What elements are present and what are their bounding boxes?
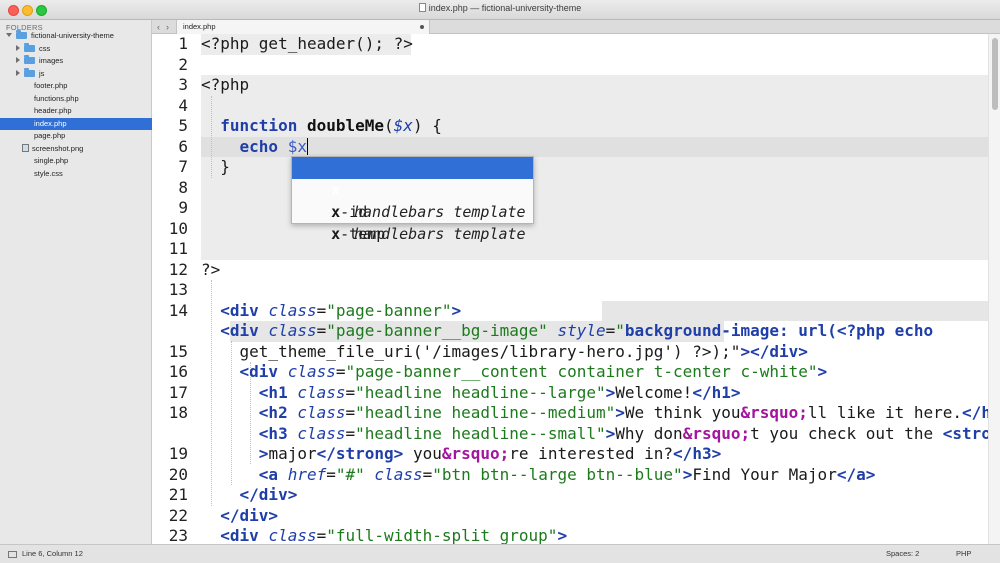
code-line-20: </div>: [239, 485, 298, 504]
indentation-setting[interactable]: Spaces: 2: [886, 549, 919, 558]
autocomplete-popup: x x-id handlebars template x-temp handleba…: [291, 156, 534, 243]
line-number: 18: [168, 403, 188, 422]
code-line-13: <div class="page-banner">: [220, 300, 462, 320]
line-number: 11: [168, 239, 188, 258]
line-number: 6: [178, 136, 188, 156]
line-number: 15: [168, 341, 188, 361]
line-number: 7: [178, 157, 188, 176]
nav-back-button[interactable]: ‹: [157, 21, 160, 33]
file-single-php[interactable]: single.php: [0, 155, 152, 168]
autocomplete-item[interactable]: x: [292, 157, 533, 199]
code-line-21: </div>: [220, 505, 279, 525]
code-line-16: <h1 class="headline headline--large">Wel…: [258, 382, 741, 402]
folder-css[interactable]: css: [0, 42, 152, 56]
code-editor[interactable]: 1 2 3 4 5 6 7 8 9 10 11 12 13 14 15 16 1…: [152, 34, 988, 544]
code-line-14-wrap: get_theme_file_uri('/images/library-hero…: [239, 341, 808, 361]
chevron-right-icon: [16, 57, 20, 63]
file-style-css[interactable]: style.css: [0, 168, 152, 181]
code-line-19: <a href="#" class="btn btn--large btn--b…: [258, 464, 876, 484]
code-line-17: <h2 class="headline headline--medium">We…: [258, 403, 988, 422]
cursor-position: Line 6, Column 12: [22, 549, 83, 558]
line-number: 22: [168, 505, 188, 525]
scrollbar-thumb[interactable]: [992, 38, 998, 110]
line-number: 19: [168, 444, 188, 463]
folder-js[interactable]: js: [0, 67, 152, 81]
line-number: 8: [178, 177, 188, 197]
folder-icon: [24, 42, 35, 52]
autocomplete-item[interactable]: x-id handlebars template: [292, 179, 533, 221]
code-line-1: <?php get_header(); ?>: [201, 34, 413, 53]
line-number: 1: [178, 34, 188, 53]
syntax-selector[interactable]: PHP: [956, 549, 971, 558]
line-number: 23: [168, 526, 188, 544]
title-bar: index.php — fictional-university-theme: [0, 0, 1000, 20]
code-line-18: <h3 class="headline headline--small">Why…: [258, 423, 988, 443]
folder-icon: [16, 30, 27, 39]
code-line-11: ?>: [201, 259, 221, 279]
line-number: 10: [168, 218, 188, 238]
line-number: 14: [168, 300, 188, 320]
line-number: 13: [168, 280, 188, 299]
line-number: 5: [178, 116, 188, 135]
tab-bar: ‹ › index.php: [152, 20, 1000, 34]
code-line-5: function doubleMe($x) {: [220, 116, 442, 135]
line-number: 21: [168, 485, 188, 504]
file-page-php[interactable]: page.php: [0, 130, 152, 143]
unsaved-dot-icon[interactable]: [420, 25, 424, 29]
code-line-3: <?php: [201, 75, 250, 94]
panel-toggle-icon[interactable]: [8, 551, 17, 558]
line-number: 20: [168, 464, 188, 484]
vertical-scrollbar[interactable]: [988, 34, 1000, 544]
file-footer-php[interactable]: footer.php: [0, 80, 152, 93]
folder-root[interactable]: fictional-university-theme: [0, 30, 152, 43]
code-line-23: <div class="full-width-split group">: [220, 526, 568, 544]
folder-images[interactable]: images: [0, 55, 152, 68]
tab-index-php[interactable]: index.php: [176, 20, 430, 34]
line-number: 2: [178, 54, 188, 74]
text-caret: [306, 137, 309, 155]
chevron-down-icon: [6, 33, 12, 37]
code-line-6: echo $x: [239, 136, 309, 156]
sidebar: FOLDERS fictional-university-theme css i…: [0, 20, 152, 544]
line-number: 17: [168, 382, 188, 402]
status-bar: Line 6, Column 12 Spaces: 2 PHP: [0, 544, 1000, 563]
current-line-highlight: [201, 136, 988, 157]
file-screenshot-png[interactable]: screenshot.png: [0, 143, 152, 156]
file-header-php[interactable]: header.php: [0, 105, 152, 118]
inline-style-region: [602, 300, 988, 321]
code-line-18-wrap: >major</strong> you&rsquo;re interested …: [258, 444, 722, 463]
document-icon: [418, 3, 426, 12]
line-number: 4: [178, 95, 188, 115]
line-number: 9: [178, 198, 188, 217]
code-line-7: }: [201, 157, 230, 176]
tab-label: index.php: [183, 22, 216, 31]
line-number: 12: [168, 259, 188, 279]
image-file-icon: [22, 143, 29, 152]
file-index-php[interactable]: index.php: [0, 117, 152, 130]
line-number: 3: [178, 75, 188, 94]
line-number: 16: [168, 362, 188, 381]
chevron-right-icon: [16, 44, 20, 51]
window-title: index.php — fictional-university-theme: [0, 3, 1000, 13]
chevron-right-icon: [16, 69, 20, 76]
nav-forward-button[interactable]: ›: [166, 21, 169, 33]
file-functions-php[interactable]: functions.php: [0, 93, 152, 106]
autocomplete-item[interactable]: x-temp handlebars template: [292, 201, 533, 243]
folder-icon: [24, 55, 35, 64]
code-line-15: <div class="page-banner__content contain…: [239, 362, 828, 381]
folder-icon: [24, 67, 35, 77]
code-line-14: <div class="page-banner__bg-image" style…: [220, 321, 934, 340]
